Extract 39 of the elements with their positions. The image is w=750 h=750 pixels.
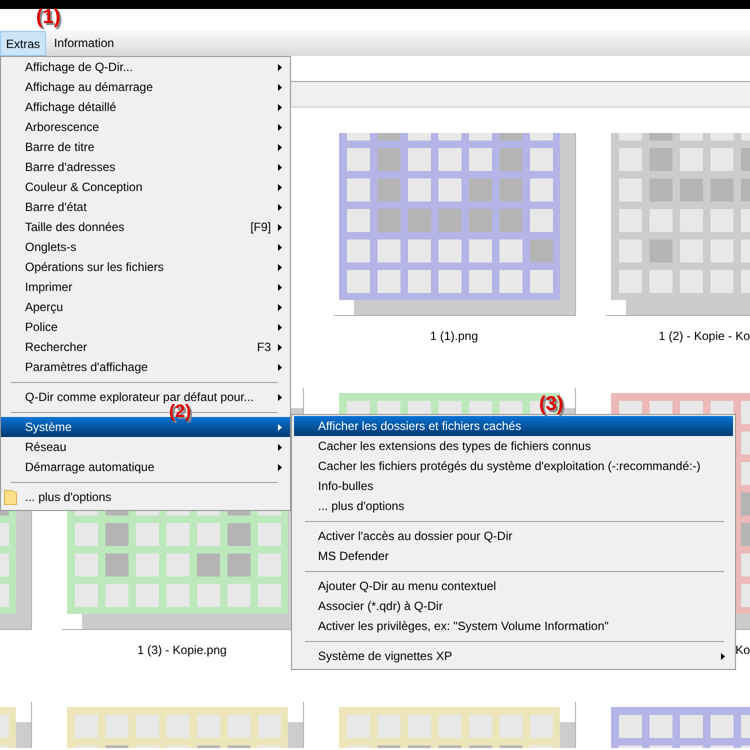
menu-item[interactable]: MS Defender — [294, 546, 733, 566]
menu-item[interactable]: Cacher les fichiers protégés du système d'exploitation (-:recommandé:-) — [294, 456, 733, 476]
menu-item[interactable]: Rechercher F3 — [1, 337, 290, 357]
menu-item[interactable]: Barre de titre — [1, 137, 290, 157]
menu-item[interactable]: Onglets-s — [1, 237, 290, 257]
menu-item[interactable]: Info-bulles — [294, 476, 733, 496]
file-name: Ko — [735, 642, 750, 659]
menu-item[interactable]: Affichage au démarrage — [1, 77, 290, 97]
menu-item[interactable]: Couleur & Conception — [1, 177, 290, 197]
menu-bar-item[interactable]: Extras — [0, 31, 46, 56]
menu-item[interactable]: Cacher les extensions des types de fichiers connus — [294, 436, 733, 456]
step-label: (3) — [539, 394, 564, 414]
menu-item[interactable]: Activer les privilèges, ex: "System Volume Information" — [294, 616, 733, 636]
menu-item[interactable]: Afficher les dossiers et fichiers cachés — [294, 416, 733, 436]
menu-item[interactable]: ... plus d'options — [1, 487, 290, 507]
menu-item[interactable]: Associer (*.qdr) à Q-Dir — [294, 596, 733, 616]
file-name: 1 (2) - Kopie - Ko — [658, 328, 750, 345]
menu-item[interactable]: Arborescence — [1, 117, 290, 137]
step-label: (1) — [36, 5, 60, 29]
menu-item[interactable]: Affichage détaillé — [1, 97, 290, 117]
menu-item[interactable]: Réseau — [1, 437, 290, 457]
menu-item[interactable]: Police — [1, 317, 290, 337]
menu-item[interactable]: Opérations sur les fichiers — [1, 257, 290, 277]
file-name: 1 (3) - Kopie.png — [137, 642, 227, 659]
menu-item[interactable]: Aperçu — [1, 297, 290, 317]
menu-item[interactable]: Activer l'accès au dossier pour Q-Dir — [294, 526, 733, 546]
file-name: 1 (1).png — [430, 328, 478, 345]
folder-icon — [4, 490, 17, 505]
menu-item[interactable]: Démarrage automatique — [1, 457, 290, 477]
menu-item[interactable]: Barre d'adresses — [1, 157, 290, 177]
menu-item[interactable]: Imprimer — [1, 277, 290, 297]
menu-item[interactable]: ... plus d'options — [294, 496, 733, 516]
menu-item[interactable]: Paramètres d'affichage — [1, 357, 290, 377]
menu-item[interactable]: Affichage de Q-Dir... — [1, 57, 290, 77]
menu-item[interactable]: Ajouter Q-Dir au menu contextuel — [294, 576, 733, 596]
menu-item[interactable]: Système de vignettes XP — [294, 646, 733, 666]
menu-bar-item[interactable]: Information — [49, 30, 120, 56]
menu-item[interactable]: Taille des données [F9] — [1, 217, 290, 237]
menu-item[interactable]: Barre d'état — [1, 197, 290, 217]
